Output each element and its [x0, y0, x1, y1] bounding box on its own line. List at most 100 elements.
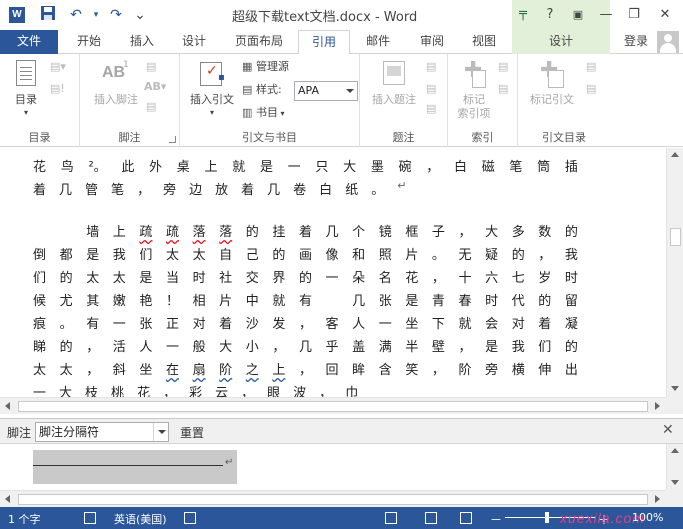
document-char: 社: [219, 271, 233, 286]
user-avatar[interactable]: [657, 31, 679, 53]
document-char: 活: [112, 340, 126, 355]
document-line: 着几管笔，旁边放着几卷白纸。 ↵: [33, 179, 578, 201]
language-indicator[interactable]: 英语(美国): [114, 511, 167, 527]
footnote-pane-label: 脚注: [7, 426, 32, 440]
tab-context-design[interactable]: 设计: [512, 30, 610, 54]
document-char: 纸: [345, 183, 359, 198]
toc-button[interactable]: 目录 ▾: [8, 58, 44, 120]
scroll-left-icon[interactable]: [5, 402, 10, 410]
horizontal-scroll-thumb[interactable]: [18, 401, 648, 412]
document-char: 一: [325, 271, 339, 286]
document-char: ！: [165, 294, 179, 309]
document-char: ，: [86, 340, 100, 355]
chevron-down-icon[interactable]: [153, 423, 168, 441]
scroll-right-icon[interactable]: [655, 402, 660, 410]
group-table-of-authorities: ✚ 标记引文 ▤ ▤ 引文目录: [518, 54, 610, 147]
footnotes-dialog-launcher[interactable]: [169, 136, 176, 143]
close-button[interactable]: ✕: [654, 4, 676, 26]
document-char: 的: [298, 271, 312, 286]
tab-view[interactable]: 视图: [462, 30, 506, 54]
restore-button[interactable]: ❐: [623, 4, 645, 26]
document-char: 像: [325, 248, 339, 263]
add-text-icon: ▤▾: [50, 60, 66, 73]
mark-entry-label-2: 索引项: [457, 107, 491, 120]
insert-endnote-icon: ▤: [146, 60, 157, 73]
zoom-slider-thumb[interactable]: [545, 512, 549, 523]
document-char: 和: [352, 248, 366, 263]
scroll-right-icon[interactable]: [655, 495, 660, 503]
document-char: 是: [405, 294, 419, 309]
help-button[interactable]: ?: [539, 4, 561, 26]
document-char: 人: [139, 340, 153, 355]
footnote-horizontal-scrollbar[interactable]: [0, 490, 666, 507]
document-char: 着: [538, 317, 552, 332]
document-char: 一: [33, 386, 47, 397]
document-char: 太: [112, 271, 126, 286]
tab-mailings[interactable]: 邮件: [356, 30, 400, 54]
proofing-icon[interactable]: [84, 512, 96, 524]
print-layout-icon[interactable]: [425, 512, 437, 524]
tab-page-layout[interactable]: 页面布局: [226, 30, 292, 54]
tab-insert[interactable]: 插入: [120, 30, 164, 54]
read-mode-icon[interactable]: [385, 512, 397, 524]
toc-icon: [12, 58, 40, 90]
document-char: 此: [121, 160, 135, 175]
vertical-scrollbar[interactable]: [666, 148, 683, 397]
ribbon-display-options-button[interactable]: ▣: [567, 4, 589, 26]
tab-design[interactable]: 设计: [172, 30, 216, 54]
document-char: 的: [511, 248, 525, 263]
customize-qat-icon[interactable]: ⌄: [130, 5, 150, 25]
scroll-left-icon[interactable]: [5, 495, 10, 503]
document-char: ，: [86, 363, 100, 378]
scroll-down-icon[interactable]: [671, 480, 679, 485]
document-char: 相: [192, 294, 206, 309]
word-count[interactable]: 1 个字: [8, 511, 41, 527]
tab-review[interactable]: 审阅: [410, 30, 454, 54]
tab-references[interactable]: 引用: [298, 30, 350, 55]
manage-sources-button[interactable]: ▦ 管理源: [242, 58, 289, 76]
zoom-level[interactable]: 100%: [632, 511, 663, 524]
zoom-out-button[interactable]: －: [490, 511, 502, 528]
mark-entry-button: ✚ 标记 索引项: [452, 58, 496, 121]
insert-citation-button[interactable]: ✓ ▪ 插入引文 ▾: [186, 58, 238, 120]
footnote-horizontal-scroll-thumb[interactable]: [18, 494, 648, 505]
minimize-button[interactable]: —: [595, 4, 617, 26]
horizontal-scrollbar[interactable]: [0, 397, 666, 414]
document-canvas[interactable]: 花鸟 ²。此外桌上就是一只大墨碗，白磁笔筒插着几管笔，旁边放着几卷白纸。 ↵ 墙上疏…: [0, 148, 666, 397]
scroll-up-icon[interactable]: [671, 152, 679, 157]
document-char: 几: [59, 183, 73, 198]
reset-button[interactable]: 重置: [180, 424, 204, 441]
tab-home[interactable]: 开始: [67, 30, 111, 54]
login-link[interactable]: 登录: [624, 30, 648, 54]
document-char: 落: [192, 225, 206, 240]
save-icon[interactable]: [38, 5, 58, 25]
citation-style-select[interactable]: APA: [294, 81, 358, 101]
web-layout-icon[interactable]: [460, 512, 472, 524]
document-line: 太太，斜坐在扇阶之上，回眸含笑，阶旁横伸出: [33, 359, 578, 381]
macro-record-icon[interactable]: [184, 512, 196, 524]
document-char: 我: [112, 248, 126, 263]
style-icon: ▤: [242, 83, 253, 96]
redo-icon[interactable]: ↷: [106, 5, 126, 25]
document-char: 回: [325, 363, 339, 378]
footnote-vertical-scrollbar[interactable]: [666, 444, 683, 490]
scroll-down-icon[interactable]: [671, 386, 679, 391]
document-char: 上: [204, 160, 218, 175]
cross-reference-icon: ▤: [426, 102, 437, 115]
undo-dropdown-icon[interactable]: ▾: [86, 5, 106, 25]
document-char: 花: [33, 160, 47, 175]
bibliography-button[interactable]: ▥ 书目 ▾: [242, 104, 285, 122]
footnote-pane-body[interactable]: ↵: [0, 444, 666, 490]
undo-icon[interactable]: ↶: [66, 5, 86, 25]
document-char: 在: [165, 363, 179, 378]
document-char: 眸: [352, 363, 366, 378]
scroll-up-icon[interactable]: [671, 448, 679, 453]
show-notes-icon: ▤: [146, 100, 157, 113]
tab-file[interactable]: 文件: [0, 30, 58, 54]
footnote-type-select[interactable]: 脚注分隔符: [35, 422, 169, 442]
insert-table-of-figures-icon: ▤: [426, 60, 437, 73]
word-app-icon[interactable]: W: [9, 7, 25, 23]
document-char: 的: [59, 271, 73, 286]
vertical-scroll-thumb[interactable]: [670, 228, 681, 246]
close-footnote-pane-icon[interactable]: ✕: [662, 422, 674, 438]
